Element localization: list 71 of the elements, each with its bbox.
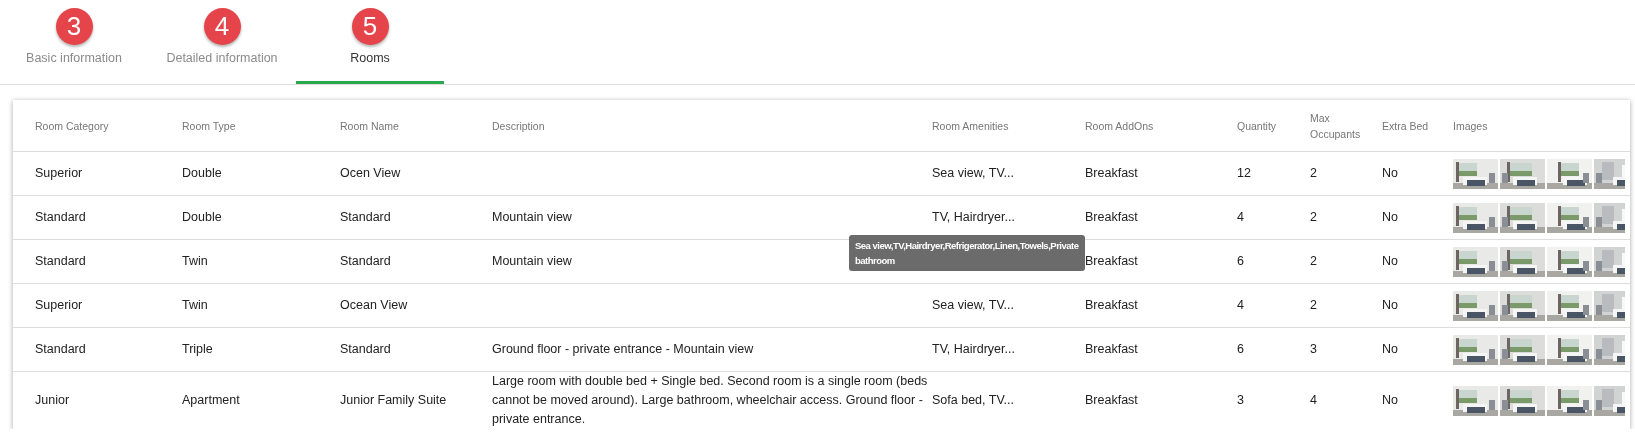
table-cell: Superior: [35, 298, 83, 312]
table-cell: Ocen View: [340, 166, 401, 180]
column-header: Max Occupants: [1310, 111, 1361, 140]
table-cell: Standard: [340, 210, 391, 224]
table-cell: 2: [1310, 298, 1317, 312]
table-cell: Superior: [35, 166, 83, 180]
column-header: Room Category: [35, 119, 109, 132]
column-header: Extra Bed: [1382, 119, 1429, 132]
column-header: Quantity: [1237, 119, 1277, 132]
table-cell: Double: [182, 210, 222, 224]
column-header: Room AddOns: [1085, 119, 1154, 132]
table-cell: Apartment: [182, 393, 240, 407]
table-cell: Standard: [340, 342, 391, 356]
tab-label: Basic information: [26, 51, 122, 65]
table-cell: 4: [1237, 298, 1244, 312]
table-cell: Large room with double bed + Single bed. Second room is a single room (beds cannot be moved around). Large bathroom, wheelchair access. Ground floor - private entrance.: [492, 374, 928, 426]
table-cell: No: [1382, 210, 1398, 224]
column-header: Images: [1453, 119, 1488, 132]
step-number-badge: 3: [55, 8, 93, 45]
table-cell: Ground floor - private entrance - Mountain view: [492, 342, 754, 356]
column-header: Room Type: [182, 119, 236, 132]
table-cell: TV, Hairdryer...: [932, 342, 1015, 356]
step-number-badge: 5: [351, 8, 389, 45]
table-cell: 2: [1310, 210, 1317, 224]
table-cell: Standard: [35, 210, 86, 224]
table-cell: Standard: [340, 254, 391, 268]
table-cell: Triple: [182, 342, 213, 356]
table-cell: Breakfast: [1085, 254, 1138, 268]
table-cell: No: [1382, 342, 1398, 356]
table-cell: TV, Hairdryer...: [932, 210, 1015, 224]
table-cell: Mountain view: [492, 210, 572, 224]
table-cell: 6: [1237, 254, 1244, 268]
tab-label: Rooms: [350, 51, 390, 65]
table-cell: 3: [1310, 342, 1317, 356]
table-cell: Breakfast: [1085, 166, 1138, 180]
table-cell: 4: [1237, 210, 1244, 224]
table-cell: Sea view, TV...: [932, 298, 1014, 312]
table-cell: 12: [1237, 166, 1251, 180]
step-tab[interactable]: 4 Detailed information: [148, 0, 296, 84]
table-cell: Sofa bed, TV...: [932, 393, 1014, 407]
table-cell: Junior Family Suite: [340, 393, 447, 407]
table-cell: 2: [1310, 254, 1317, 268]
table-cell: Standard: [35, 342, 86, 356]
column-header: Room Name: [340, 119, 399, 132]
table-cell: Double: [182, 166, 222, 180]
table-cell: Standard: [35, 254, 86, 268]
table-cell: Junior: [35, 393, 70, 407]
table-cell: 3: [1237, 393, 1244, 407]
table-cell: Twin: [182, 298, 208, 312]
tab-label: Detailed information: [166, 51, 278, 65]
table-cell: No: [1382, 254, 1398, 268]
table-cell: No: [1382, 166, 1398, 180]
column-header: Room Amenities: [932, 119, 1009, 132]
table-cell: 6: [1237, 342, 1244, 356]
table-cell: 2: [1310, 166, 1317, 180]
table-cell: Breakfast: [1085, 210, 1138, 224]
step-number-badge: 4: [203, 8, 241, 45]
table-cell: 4: [1310, 393, 1317, 407]
table-cell: Ocean View: [340, 298, 408, 312]
table-cell: Sea view, TV...: [932, 166, 1014, 180]
table-cell: Breakfast: [1085, 342, 1138, 356]
column-header: Description: [492, 119, 545, 132]
tooltip: Sea view,TV,Hairdryer,Refrigerator,Linen,Towels,Private bathroom: [849, 234, 1085, 271]
table-cell: Breakfast: [1085, 393, 1138, 407]
table-cell: Breakfast: [1085, 298, 1138, 312]
step-tab[interactable]: 3 Basic information: [0, 0, 148, 84]
table-cell: No: [1382, 298, 1398, 312]
table-cell: Mountain view: [492, 254, 572, 268]
step-tab[interactable]: 5 Rooms: [296, 0, 444, 84]
table-cell: Twin: [182, 254, 208, 268]
table-cell: No: [1382, 393, 1398, 407]
